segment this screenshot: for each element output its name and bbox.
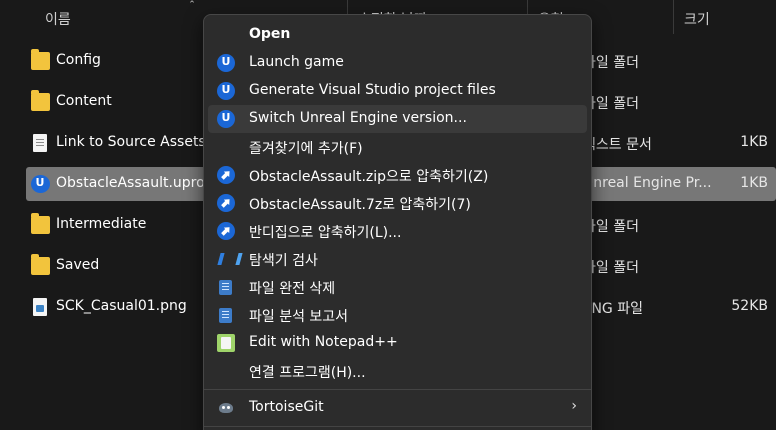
- context-menu: Open Launch game Generate Visual Studio …: [203, 14, 592, 430]
- png-file-icon: [33, 298, 47, 316]
- v3-scan-icon: [217, 250, 235, 268]
- folder-icon: [31, 254, 50, 275]
- menu-separator: [204, 389, 591, 390]
- file-name: Content: [56, 93, 112, 109]
- file-type: 텍스트 문서: [583, 137, 652, 153]
- menu-item-label: Open: [249, 26, 291, 42]
- bandizip-icon: [217, 194, 235, 212]
- notepad-plus-plus-icon: [217, 334, 235, 352]
- chevron-right-icon: ›: [571, 398, 577, 414]
- file-size: 1KB: [740, 134, 768, 150]
- text-file-icon: [33, 134, 47, 152]
- menu-item-file-analysis-report[interactable]: 파일 분석 보고서: [208, 301, 587, 329]
- file-type: Unreal Engine Pr...: [583, 175, 712, 191]
- bandizip-icon: [217, 166, 235, 184]
- menu-separator: [204, 426, 591, 427]
- menu-item-explorer-scan[interactable]: 탐색기 검사: [208, 245, 587, 273]
- column-header-name[interactable]: 이름: [45, 9, 71, 29]
- file-name: Config: [56, 52, 101, 68]
- menu-item-open-with[interactable]: 연결 프로그램(H)...: [208, 357, 587, 385]
- analysis-report-icon: [219, 308, 232, 323]
- menu-item-generate-vs-project[interactable]: Generate Visual Studio project files: [208, 77, 587, 105]
- shredder-icon: [219, 280, 232, 295]
- menu-item-open[interactable]: Open: [208, 21, 587, 49]
- menu-item-compress-bandizip[interactable]: 반디집으로 압축하기(L)...: [208, 217, 587, 245]
- menu-item-label: Switch Unreal Engine version...: [249, 110, 467, 126]
- file-name: Saved: [56, 257, 100, 273]
- unreal-engine-icon: [217, 110, 235, 128]
- menu-item-label: 반디집으로 압축하기(L)...: [249, 225, 402, 241]
- bandizip-icon: [217, 222, 235, 240]
- column-header-size[interactable]: 크기: [684, 9, 710, 29]
- menu-item-label: ObstacleAssault.7z로 압축하기(7): [249, 197, 471, 213]
- menu-item-switch-ue-version[interactable]: Switch Unreal Engine version...: [208, 105, 587, 133]
- menu-item-label: 파일 완전 삭제: [249, 281, 336, 297]
- menu-item-label: Generate Visual Studio project files: [249, 82, 496, 98]
- menu-item-label: TortoiseGit: [249, 399, 324, 415]
- menu-item-label: 연결 프로그램(H)...: [249, 365, 366, 381]
- file-size: 52KB: [731, 298, 768, 314]
- menu-item-label: 탐색기 검사: [249, 253, 318, 269]
- folder-icon: [31, 213, 50, 234]
- menu-item-label: 파일 분석 보고서: [249, 309, 349, 325]
- menu-item-launch-game[interactable]: Launch game: [208, 49, 587, 77]
- unreal-engine-icon: [31, 175, 50, 193]
- menu-item-label: 즐겨찾기에 추가(F): [249, 141, 363, 157]
- folder-icon: [31, 49, 50, 70]
- file-name: SCK_Casual01.png: [56, 298, 187, 314]
- menu-item-shred-file[interactable]: 파일 완전 삭제: [208, 273, 587, 301]
- menu-item-add-to-favorites[interactable]: 즐겨찾기에 추가(F): [208, 133, 587, 161]
- unreal-engine-icon: [217, 54, 235, 72]
- menu-item-compress-7z[interactable]: ObstacleAssault.7z로 압축하기(7): [208, 189, 587, 217]
- file-name: Intermediate: [56, 216, 147, 232]
- unreal-engine-icon: [217, 82, 235, 100]
- menu-item-label: ObstacleAssault.zip으로 압축하기(Z): [249, 169, 489, 185]
- menu-item-tortoisegit[interactable]: TortoiseGit ›: [208, 394, 587, 422]
- column-divider[interactable]: [673, 0, 674, 34]
- tortoisegit-icon: [217, 399, 235, 417]
- file-size: 1KB: [740, 175, 768, 191]
- sort-ascending-icon: ⌃: [188, 0, 196, 10]
- folder-icon: [31, 90, 50, 111]
- menu-item-compress-zip[interactable]: ObstacleAssault.zip으로 압축하기(Z): [208, 161, 587, 189]
- menu-item-edit-with-notepad[interactable]: Edit with Notepad++: [208, 329, 587, 357]
- menu-item-label: Launch game: [249, 54, 344, 70]
- menu-item-label: Edit with Notepad++: [249, 334, 398, 350]
